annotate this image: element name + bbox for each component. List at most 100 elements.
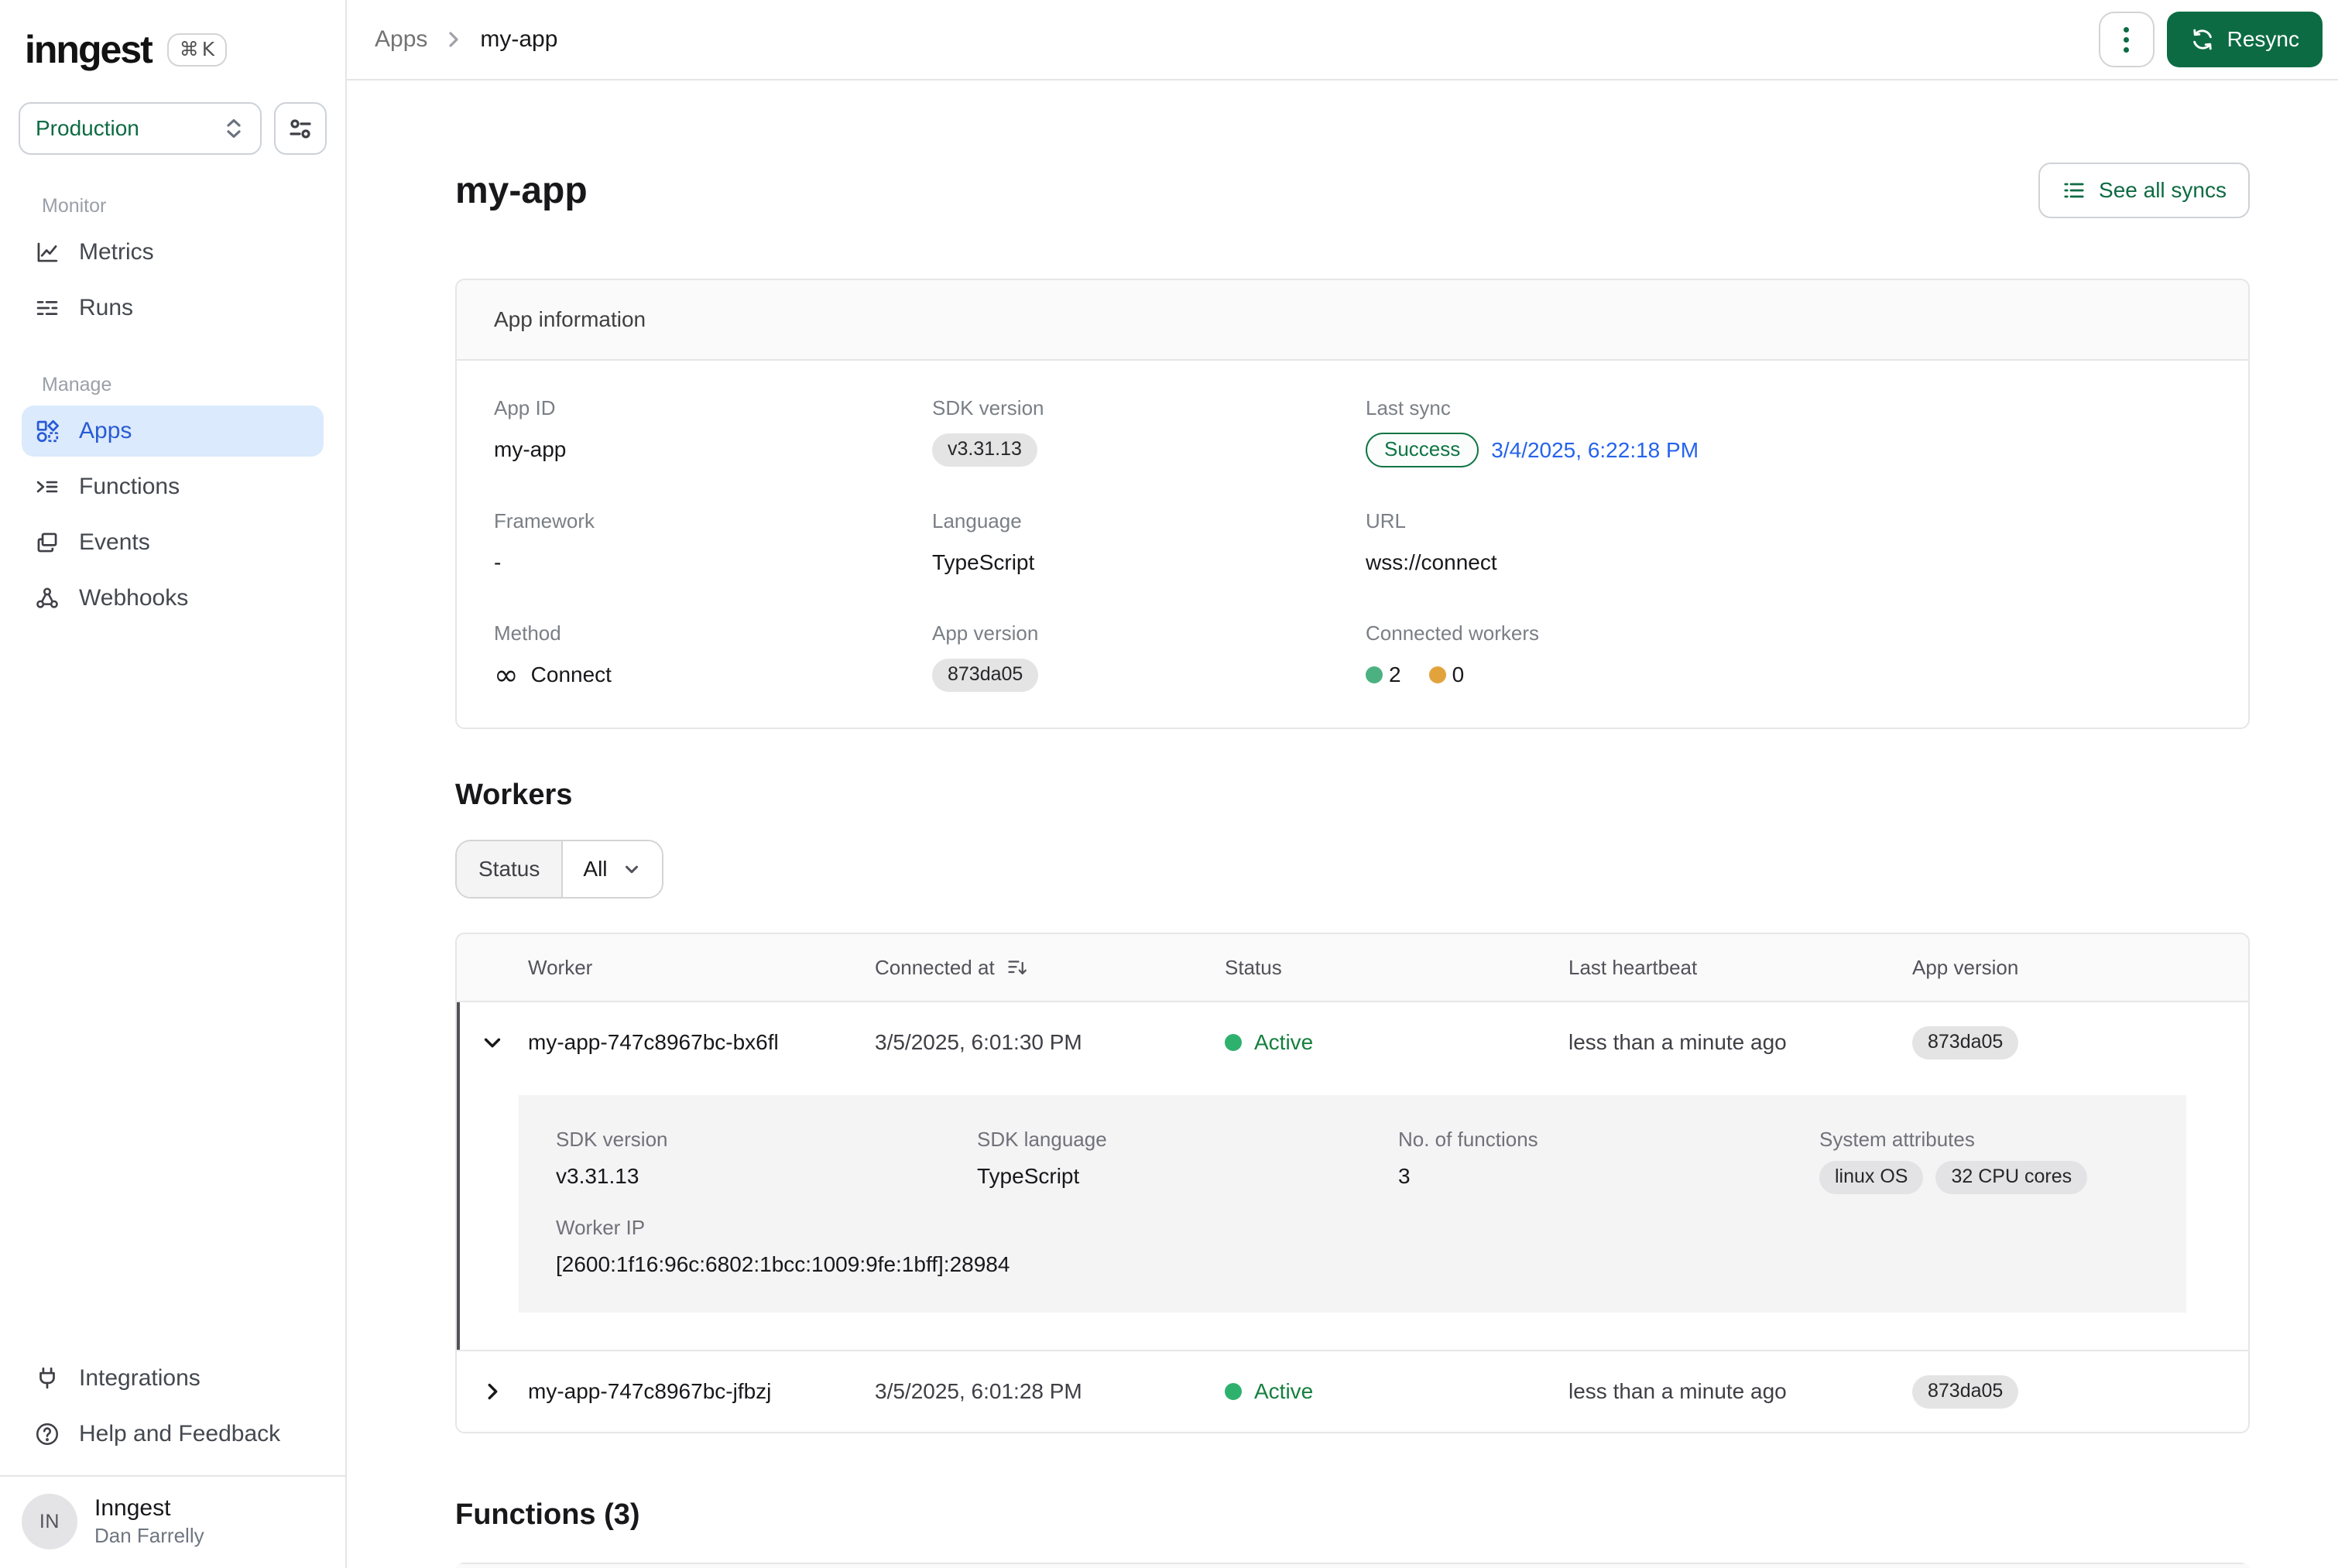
environment-label: Production [36,116,139,141]
user-profile[interactable]: IN Inngest Dan Farrelly [0,1477,345,1568]
worker-app-version-badge: 873da05 [1912,1026,2018,1060]
field-label: Language [932,509,1366,533]
page-content: my-app See all syncs App information [347,80,2338,1568]
table-row[interactable]: my-app-747c8967bc-jfbzj 3/5/2025, 6:01:2… [457,1351,2248,1432]
sidebar-nav: Monitor Metrics [0,155,345,628]
last-sync-date-link[interactable]: 3/4/2025, 6:22:18 PM [1491,438,1699,463]
chevron-down-icon [481,1031,504,1054]
sync-status-badge: Success [1366,433,1479,467]
active-status-dot [1225,1034,1242,1051]
sidebar-item-label: Functions [79,474,180,500]
sidebar-item-label: Integrations [79,1365,201,1392]
detail-sdk-language: SDK language TypeScript [977,1128,1398,1194]
nav-section-manage: Manage [42,374,345,396]
cpu-attribute-badge: 32 CPU cores [1935,1161,2087,1194]
detail-system-attributes: System attributes linux OS 32 CPU cores [1819,1128,2149,1194]
list-icon [2062,178,2086,203]
command-icon: ⌘ [180,38,199,60]
column-header-connected-at[interactable]: Connected at [875,956,1225,980]
column-header-app-version: App version [1912,956,2248,980]
field-label: App ID [494,396,932,420]
updown-chevron-icon [223,116,245,141]
worker-heartbeat: less than a minute ago [1568,1030,1912,1055]
nav-section-monitor: Monitor [42,195,345,217]
inngest-logo[interactable]: inngest [25,27,152,72]
status-filter-value: All [583,857,607,882]
sidebar-item-events[interactable]: Events [22,517,324,568]
field-last-sync: Last sync Success 3/4/2025, 6:22:18 PM [1366,396,2211,467]
field-label: Connected workers [1366,621,2211,645]
page-title: my-app [455,169,588,212]
environment-selector[interactable]: Production [19,102,262,155]
breadcrumb-current: my-app [480,26,557,53]
field-value: wss://connect [1366,546,2211,580]
active-workers-count: 2 [1389,662,1401,687]
environment-settings-button[interactable] [274,102,327,155]
collapse-row-button[interactable] [457,1031,528,1054]
method-value: Connect [531,662,612,687]
sidebar-item-webhooks[interactable]: Webhooks [22,573,324,624]
resync-button[interactable]: Resync [2167,12,2323,67]
field-value: my-app [494,433,932,467]
field-framework: Framework - [494,509,932,580]
sidebar-item-label: Runs [79,295,133,321]
functions-terminal-icon [34,474,60,500]
org-name: Inngest [94,1494,204,1523]
workers-table: Worker Connected at Status [455,933,2250,1433]
sidebar-item-runs[interactable]: Runs [22,282,324,334]
sidebar: inngest ⌘ K Production [0,0,347,1568]
app-information-card: App information App ID my-app SDK versio… [455,279,2250,729]
worker-name: my-app-747c8967bc-bx6fl [528,1030,875,1055]
breadcrumb-apps-link[interactable]: Apps [375,26,427,53]
metrics-chart-icon [34,239,60,265]
app-actions-menu-button[interactable] [2099,12,2155,67]
field-label: Framework [494,509,932,533]
sidebar-item-integrations[interactable]: Integrations [22,1353,324,1404]
active-workers-dot [1366,666,1383,683]
worker-name: my-app-747c8967bc-jfbzj [528,1379,875,1404]
sidebar-item-help[interactable]: Help and Feedback [22,1409,324,1460]
table-row[interactable]: my-app-747c8967bc-bx6fl 3/5/2025, 6:01:3… [457,1002,2248,1083]
field-value: - [494,546,932,580]
sidebar-item-label: Apps [79,418,132,444]
detail-sdk-version: SDK version v3.31.13 [556,1128,977,1194]
apps-grid-icon [34,418,60,444]
inactive-workers-count: 0 [1452,662,1465,687]
sdk-version-badge: v3.31.13 [932,433,1037,467]
worker-status: Active [1254,1379,1313,1404]
sidebar-item-metrics[interactable]: Metrics [22,227,324,278]
functions-heading: Functions (3) [455,1498,2250,1532]
sidebar-item-apps[interactable]: Apps [22,406,324,457]
see-all-syncs-label: See all syncs [2099,178,2227,203]
kebab-dot [2124,47,2129,53]
adjustments-icon [286,115,314,142]
functions-table: Function Triggers [455,1563,2250,1568]
status-filter-label[interactable]: Status [457,841,563,897]
see-all-syncs-button[interactable]: See all syncs [2038,163,2250,218]
field-sdk-version: SDK version v3.31.13 [932,396,1366,467]
field-label: SDK version [932,396,1366,420]
command-k-shortcut[interactable]: ⌘ K [167,33,227,67]
inactive-workers-dot [1429,666,1446,683]
sidebar-item-label: Events [79,529,150,556]
webhooks-nodes-icon [34,585,60,611]
worker-status: Active [1254,1030,1313,1055]
resync-label: Resync [2227,27,2299,52]
worker-app-version-badge: 873da05 [1912,1375,2018,1409]
field-connected-workers: Connected workers 2 0 [1366,621,2211,692]
field-language: Language TypeScript [932,509,1366,580]
events-copy-icon [34,529,60,556]
worker-connected-at: 3/5/2025, 6:01:28 PM [875,1379,1225,1404]
sidebar-item-functions[interactable]: Functions [22,461,324,512]
kebab-dot [2124,37,2129,43]
worker-connected-at: 3/5/2025, 6:01:30 PM [875,1030,1225,1055]
user-name: Dan Farrelly [94,1523,204,1549]
workers-table-header: Worker Connected at Status [457,934,2248,1002]
worker-details-panel: SDK version v3.31.13 SDK language TypeSc… [519,1095,2186,1313]
column-header-status: Status [1225,956,1568,980]
field-label: Last sync [1366,396,2211,420]
expand-row-button[interactable] [457,1380,528,1403]
status-filter-value-dropdown[interactable]: All [563,841,661,897]
sort-bars-arrow-down-icon [1006,956,1029,979]
status-filter: Status All [455,840,663,899]
